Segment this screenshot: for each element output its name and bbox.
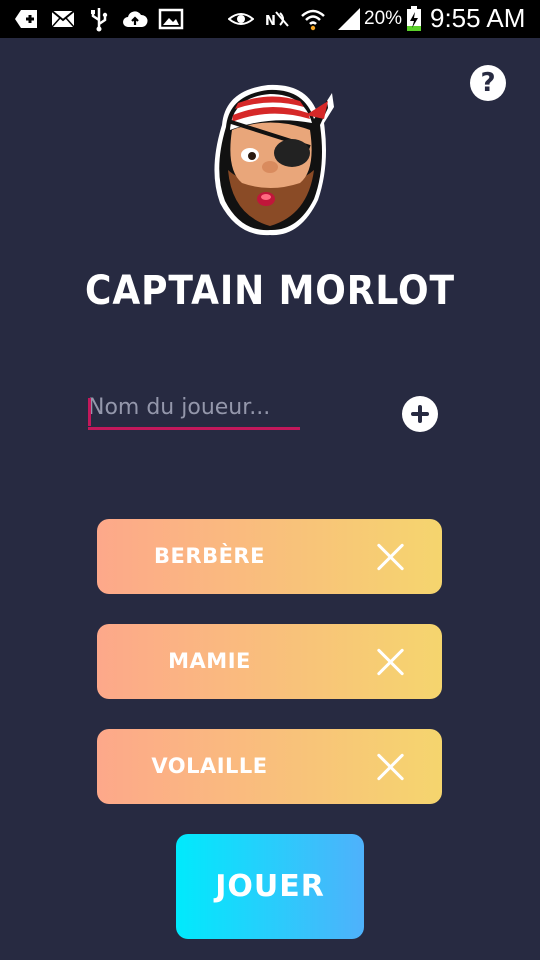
player-card: VOLAILLE (97, 729, 442, 804)
status-time: 9:55 AM (430, 3, 526, 33)
add-icon (15, 10, 37, 28)
nfc-icon: N (265, 11, 289, 29)
player-card: MAMIE (97, 624, 442, 699)
remove-player-button[interactable] (375, 646, 407, 678)
text-caret (88, 398, 91, 426)
remove-player-button[interactable] (375, 751, 407, 783)
svg-text:N: N (265, 14, 276, 29)
player-name-input[interactable] (88, 392, 300, 430)
remove-player-button[interactable] (375, 541, 407, 573)
app-title: CAPTAIN MORLOT (85, 268, 455, 314)
cloud-upload-icon (123, 11, 148, 27)
signal-icon (338, 8, 360, 30)
add-player-button[interactable] (402, 396, 438, 432)
play-button[interactable]: JOUER (176, 834, 364, 939)
help-button[interactable]: ? (470, 65, 506, 101)
player-name: BERBÈRE (154, 544, 265, 568)
battery-charging-icon (407, 6, 421, 31)
mail-icon (51, 10, 75, 28)
app-screen: N 20% 9:55 AM ? CAPTAIN MORLOT Nom du jo… (0, 0, 540, 960)
player-name: MAMIE (168, 649, 251, 673)
eye-icon (228, 13, 254, 25)
pirate-mascot-logo (214, 84, 334, 236)
wifi-icon (301, 9, 325, 31)
battery-percent: 20% (364, 8, 403, 29)
status-bar: N 20% 9:55 AM (0, 0, 540, 38)
image-icon (158, 8, 184, 30)
player-name: VOLAILLE (151, 754, 268, 778)
player-card: BERBÈRE (97, 519, 442, 594)
usb-icon (91, 8, 108, 32)
